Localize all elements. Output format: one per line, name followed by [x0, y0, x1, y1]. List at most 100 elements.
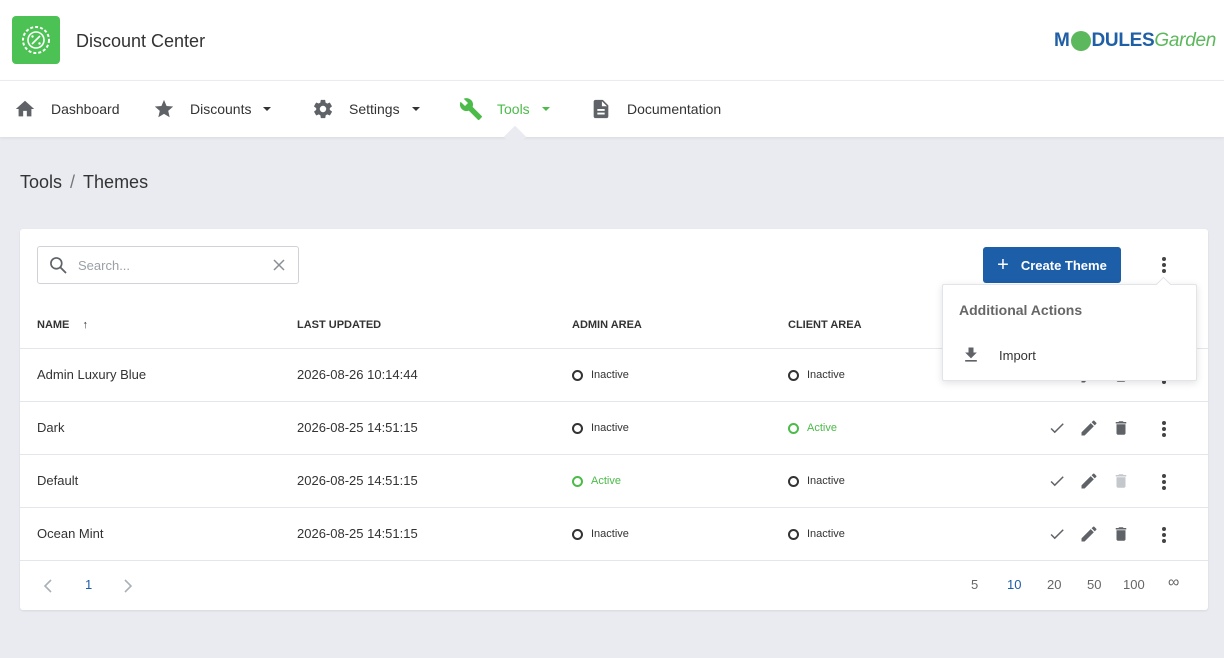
search-icon	[50, 257, 67, 274]
status-dot-icon	[572, 528, 583, 540]
status-label: Inactive	[807, 369, 845, 381]
home-icon	[13, 97, 37, 121]
table-row[interactable]: Default 2026-08-25 14:51:15 Active Inactive	[20, 455, 1208, 508]
client-status-badge[interactable]: Inactive	[788, 475, 845, 487]
sort-asc-icon: ↑	[82, 319, 88, 331]
breadcrumb-parent[interactable]: Tools	[20, 172, 62, 192]
table-row[interactable]: Ocean Mint 2026-08-25 14:51:15 Inactive Ina…	[20, 508, 1208, 561]
plus-icon: +	[997, 254, 1009, 276]
status-dot-icon	[788, 475, 799, 487]
check-icon[interactable]	[1047, 524, 1067, 544]
theme-name: Ocean Mint	[37, 526, 104, 541]
additional-actions-menu: Additional Actions Import	[942, 276, 1197, 381]
page-size-50[interactable]: 50	[1087, 577, 1101, 592]
close-icon[interactable]	[272, 258, 286, 272]
nav-item-dashboard[interactable]: Dashboard	[13, 81, 120, 137]
column-name[interactable]: NAME ↑	[37, 319, 88, 331]
status-label: Inactive	[807, 475, 845, 487]
table-row[interactable]: Dark 2026-08-25 14:51:15 Inactive Active	[20, 402, 1208, 455]
create-theme-button[interactable]: + Create Theme	[983, 247, 1121, 283]
chevron-down-icon	[541, 107, 550, 111]
last-updated: 2026-08-25 14:51:15	[297, 526, 418, 541]
page-size-20[interactable]: 20	[1047, 577, 1061, 592]
brand-text-dules: DULES	[1091, 30, 1155, 51]
main-nav: Dashboard Discounts Settings Tools Docum…	[0, 81, 1224, 137]
client-status-badge[interactable]: Active	[788, 422, 837, 434]
nav-label: Discounts	[190, 101, 252, 117]
column-name-label: NAME	[37, 319, 70, 331]
status-dot-icon	[788, 369, 799, 381]
row-more-icon[interactable]	[1154, 472, 1174, 492]
nav-item-settings[interactable]: Settings	[311, 81, 420, 137]
wrench-icon	[459, 97, 483, 121]
status-label: Inactive	[591, 369, 629, 381]
gear-icon	[311, 97, 335, 121]
status-dot-icon	[572, 369, 583, 381]
edit-icon[interactable]	[1079, 418, 1099, 438]
status-dot-icon	[572, 422, 583, 434]
theme-name: Dark	[37, 420, 65, 435]
app-title: Discount Center	[76, 31, 206, 51]
page-size-100[interactable]: 100	[1123, 577, 1145, 592]
breadcrumb-current: Themes	[83, 172, 149, 192]
menu-item-import[interactable]: Import	[959, 343, 1036, 367]
column-client-area[interactable]: CLIENT AREA	[788, 319, 862, 331]
brand-logo[interactable]: M DULES Garden	[1054, 30, 1216, 52]
status-label: Inactive	[807, 528, 845, 540]
trash-icon	[1111, 471, 1131, 491]
menu-title: Additional Actions	[959, 302, 1083, 318]
breadcrumb: Tools / Themes	[20, 172, 148, 193]
brand-globe-icon	[1070, 31, 1091, 51]
column-last-updated[interactable]: LAST UPDATED	[297, 319, 381, 331]
edit-icon[interactable]	[1079, 524, 1099, 544]
breadcrumb-separator: /	[70, 172, 76, 192]
admin-status-badge[interactable]: Inactive	[572, 422, 629, 434]
theme-name: Default	[37, 473, 79, 488]
admin-status-badge[interactable]: Active	[572, 475, 621, 487]
theme-name: Admin Luxury Blue	[37, 367, 147, 382]
nav-label: Settings	[349, 101, 400, 117]
trash-icon[interactable]	[1111, 524, 1131, 544]
status-label: Active	[591, 475, 621, 487]
status-label: Active	[807, 422, 837, 434]
chevron-left-icon[interactable]	[43, 579, 53, 593]
create-theme-label: Create Theme	[1020, 257, 1107, 273]
document-icon	[589, 97, 613, 121]
check-icon[interactable]	[1047, 418, 1067, 438]
nav-item-discounts[interactable]: Discounts	[152, 81, 272, 137]
last-updated: 2026-08-25 14:51:15	[297, 420, 418, 435]
client-status-badge[interactable]: Inactive	[788, 369, 845, 381]
check-icon[interactable]	[1047, 471, 1067, 491]
row-more-icon[interactable]	[1154, 419, 1174, 439]
row-more-icon[interactable]	[1154, 525, 1174, 545]
trash-icon[interactable]	[1111, 418, 1131, 438]
nav-item-tools[interactable]: Tools	[459, 81, 550, 137]
admin-status-badge[interactable]: Inactive	[572, 369, 629, 381]
app-header: Discount Center M DULES Garden	[0, 0, 1224, 81]
status-dot-icon	[572, 475, 583, 487]
status-label: Inactive	[591, 528, 629, 540]
brand-text-m: M	[1053, 30, 1070, 51]
search-input[interactable]	[78, 257, 272, 273]
page-size-5[interactable]: 5	[971, 577, 978, 592]
nav-label: Dashboard	[51, 101, 120, 117]
download-icon	[959, 343, 983, 367]
last-updated: 2026-08-26 10:14:44	[297, 367, 418, 382]
client-status-badge[interactable]: Inactive	[788, 528, 845, 540]
chevron-right-icon[interactable]	[123, 579, 133, 593]
nav-label: Documentation	[627, 101, 722, 117]
page-number[interactable]: 1	[85, 577, 92, 592]
status-dot-icon	[788, 422, 799, 434]
status-dot-icon	[788, 528, 799, 540]
discount-badge-icon[interactable]	[12, 16, 60, 64]
column-admin-area[interactable]: ADMIN AREA	[572, 319, 642, 331]
last-updated: 2026-08-25 14:51:15	[297, 473, 418, 488]
admin-status-badge[interactable]: Inactive	[572, 528, 629, 540]
edit-icon[interactable]	[1079, 471, 1099, 491]
page-size-10[interactable]: 10	[1007, 577, 1021, 592]
search-box	[37, 246, 299, 284]
more-actions-icon[interactable]	[1154, 255, 1174, 275]
page-size-all[interactable]: ∞	[1168, 574, 1179, 592]
menu-item-label: Import	[999, 347, 1036, 363]
nav-item-documentation[interactable]: Documentation	[589, 81, 721, 137]
